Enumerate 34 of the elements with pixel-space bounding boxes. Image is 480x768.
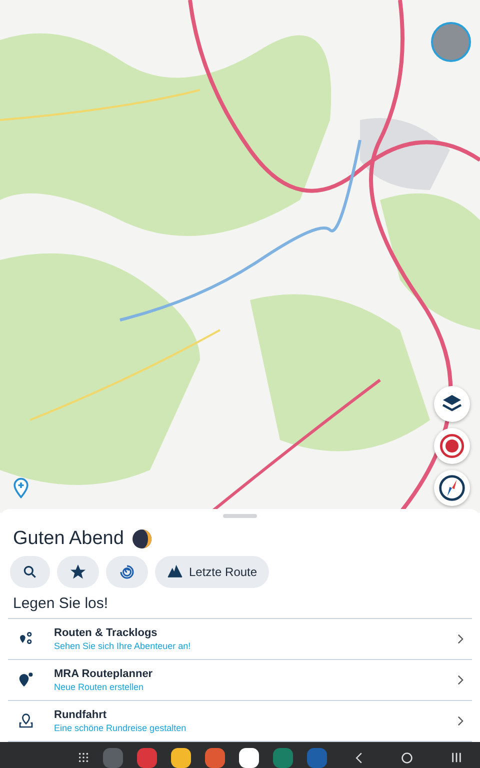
app-grid-icon[interactable] [78,752,89,763]
section-title: Legen Sie los! [12,594,110,614]
home-icon[interactable] [401,752,413,764]
menu-row[interactable]: Routen & Tracklogs Sehen Sie sich Ihre Abenteuer an! [8,619,472,660]
compass-icon [438,474,466,502]
menu-subtitle: Eine schöne Rundreise gestalten [54,723,188,733]
menu-subtitle: Sehen Sie sich Ihre Abenteuer an! [54,641,192,651]
chevron-icon [457,675,464,685]
chevron-icon [457,716,464,726]
menu-title: MRA Routeplanner [54,668,154,680]
pin-icon [18,672,34,688]
spiral-button[interactable] [106,556,148,588]
search-icon [22,564,38,580]
chevron-icon [457,634,464,644]
menu-title: Routen & Tracklogs [54,627,158,639]
menu-subtitle: Neue Routen erstellen [54,682,145,692]
spiral-icon [118,563,136,581]
app-icon[interactable] [171,748,191,768]
greeting-title: Guten Abend [13,528,124,550]
mountain-icon [167,564,183,580]
app-icon[interactable] [239,748,259,768]
moon-icon [132,529,152,549]
recents-icon[interactable] [451,752,462,763]
pins-icon [18,631,34,647]
record-icon [439,433,465,459]
back-icon[interactable] [355,752,363,764]
favorites-button[interactable] [57,556,99,588]
pin-loop-icon [18,713,34,729]
menu-row[interactable]: MRA Routeplanner Neue Routen erstellen [8,660,472,701]
star-icon [69,563,87,581]
drag-handle[interactable] [223,514,257,518]
search-button[interactable] [10,556,50,588]
menu-title: Rundfahrt [54,709,108,721]
last-route-button[interactable]: Letzte Route [155,556,270,588]
